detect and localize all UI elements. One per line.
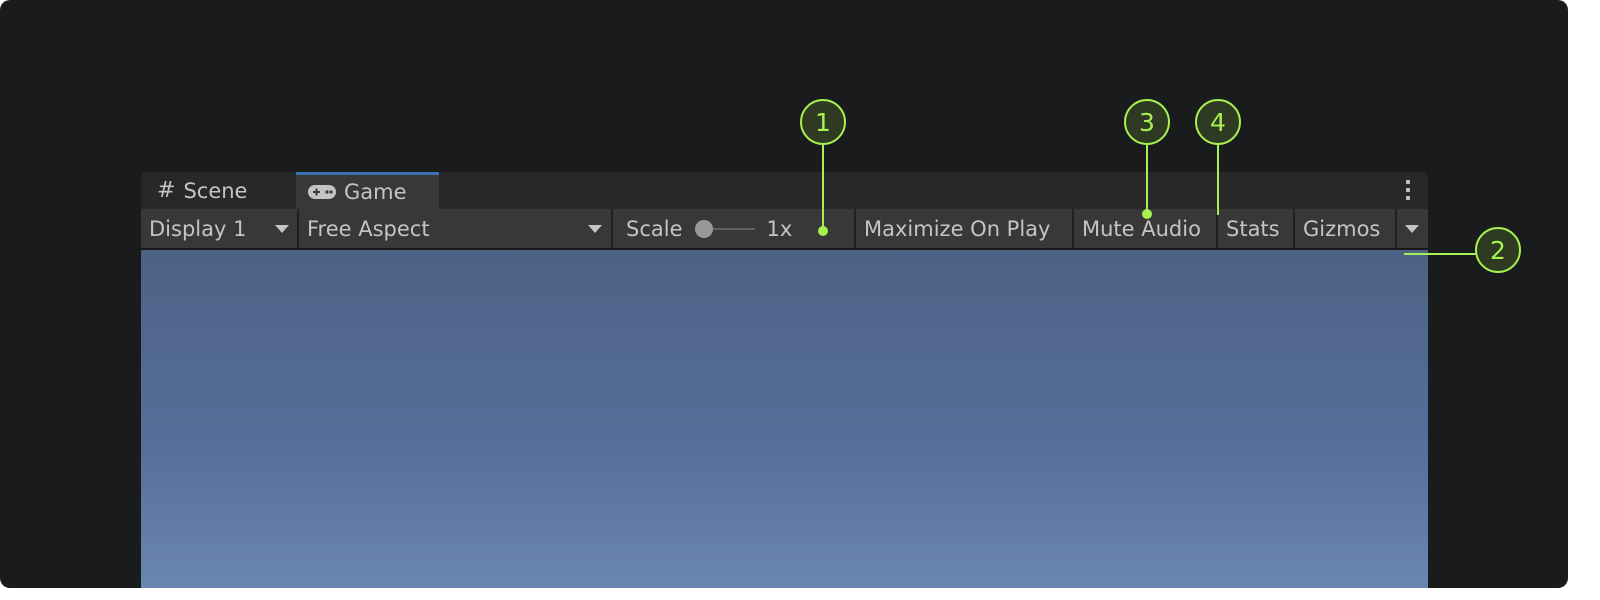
callout-4: 4 bbox=[1195, 99, 1241, 145]
tab-label: Scene bbox=[183, 178, 248, 203]
mute-label: Mute Audio bbox=[1082, 216, 1201, 241]
gizmos-label: Gizmos bbox=[1303, 216, 1381, 241]
callout-2: 2 bbox=[1475, 227, 1521, 273]
callout-dot bbox=[1142, 209, 1152, 219]
tab-label: Game bbox=[344, 180, 407, 204]
game-viewport[interactable] bbox=[141, 250, 1428, 588]
scale-value: 1x bbox=[766, 216, 793, 241]
stats-label: Stats bbox=[1226, 216, 1280, 241]
chevron-down-icon bbox=[275, 225, 289, 233]
scale-label: Scale bbox=[626, 216, 683, 241]
chevron-down-icon bbox=[588, 225, 602, 233]
gizmos-toggle[interactable]: Gizmos bbox=[1295, 209, 1395, 248]
gamepad-icon bbox=[308, 185, 336, 199]
tab-game[interactable]: Game bbox=[296, 172, 439, 209]
display-dropdown[interactable]: Display 1 bbox=[141, 209, 297, 248]
callout-1: 1 bbox=[800, 99, 846, 145]
gizmos-dropdown[interactable] bbox=[1395, 209, 1428, 248]
tab-bar: # Scene Game bbox=[141, 172, 1428, 209]
maximize-on-play-toggle[interactable]: Maximize On Play bbox=[856, 209, 1072, 248]
callout-3: 3 bbox=[1124, 99, 1170, 145]
callout-line bbox=[1146, 145, 1148, 214]
slider-handle[interactable] bbox=[694, 219, 713, 238]
tab-scene[interactable]: # Scene bbox=[141, 172, 295, 209]
callout-line bbox=[822, 145, 824, 231]
aspect-label: Free Aspect bbox=[307, 216, 430, 241]
grid-icon: # bbox=[157, 178, 176, 203]
callout-line bbox=[1217, 145, 1219, 215]
chevron-down-icon bbox=[1405, 225, 1419, 233]
scale-slider[interactable] bbox=[694, 219, 755, 239]
callout-dot bbox=[818, 226, 828, 236]
callout-line bbox=[1404, 253, 1476, 255]
stats-toggle[interactable]: Stats bbox=[1218, 209, 1293, 248]
game-view-panel: # Scene Game Display 1 Free Aspect Scale… bbox=[141, 172, 1428, 588]
maximize-label: Maximize On Play bbox=[864, 216, 1051, 241]
aspect-dropdown[interactable]: Free Aspect bbox=[299, 209, 611, 248]
more-options-icon[interactable] bbox=[1406, 180, 1410, 200]
display-label: Display 1 bbox=[149, 216, 247, 241]
game-toolbar: Display 1 Free Aspect Scale 1x Maximize … bbox=[141, 209, 1428, 250]
